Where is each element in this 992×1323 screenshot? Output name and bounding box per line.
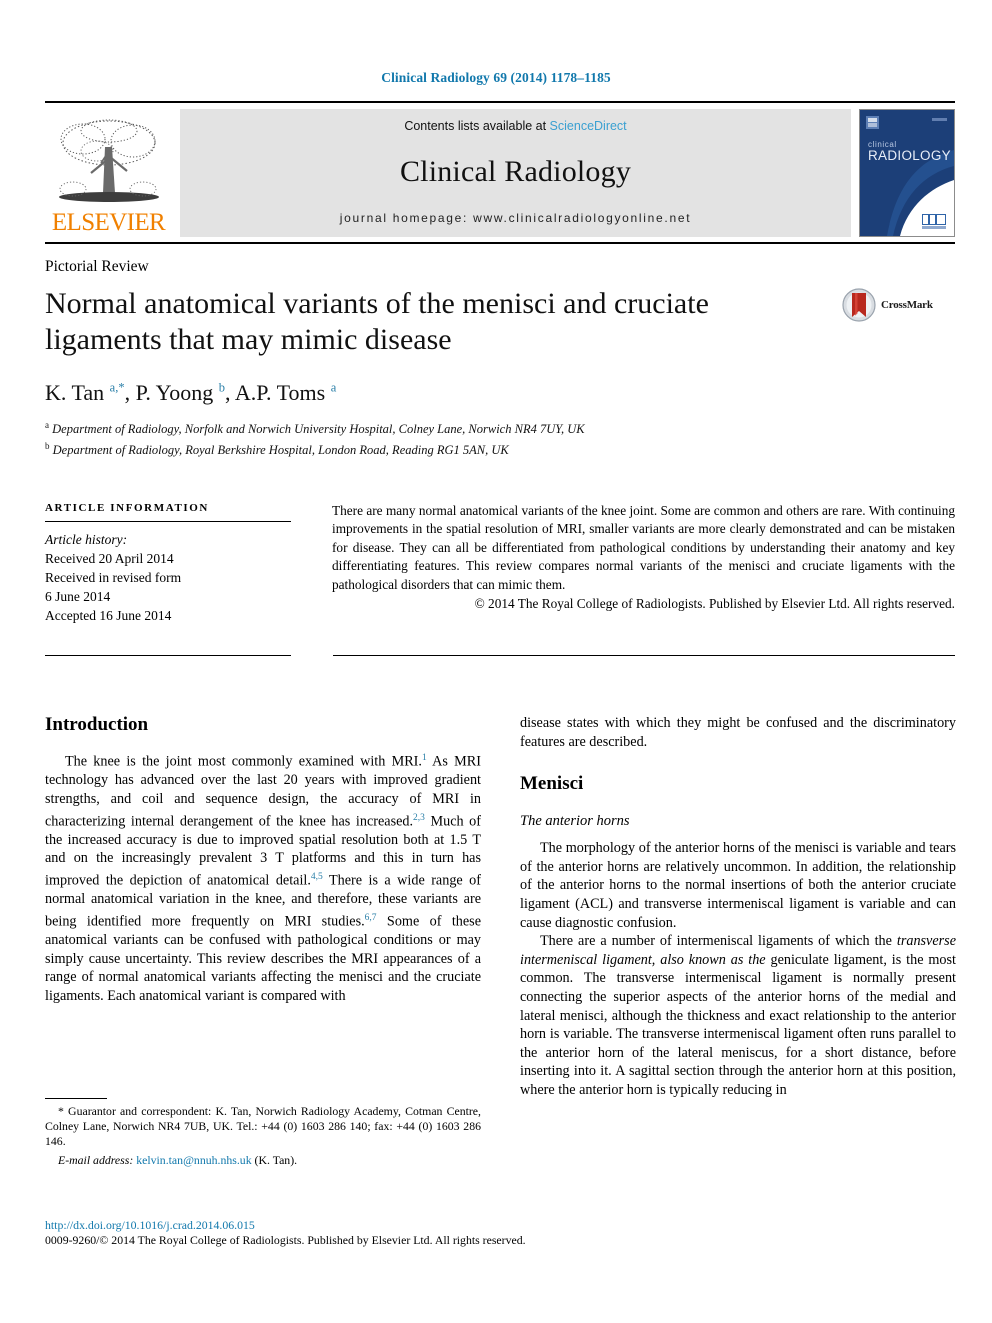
journal-cover-thumbnail: clinical RADIOLOGY: [859, 109, 955, 237]
intro-paragraph-1: The knee is the joint most commonly exam…: [45, 749, 481, 1006]
email-suffix: (K. Tan).: [251, 1152, 298, 1167]
subsection-heading-anterior-horns: The anterior horns: [520, 813, 630, 830]
correspondence-text: * Guarantor and correspondent: K. Tan, N…: [45, 1104, 481, 1149]
svg-text:RADIOLOGY: RADIOLOGY: [868, 148, 951, 163]
anterior-horns-paragraph-2: There are a number of intermeniscal liga…: [520, 932, 956, 1099]
journal-masthead: ELSEVIER Contents lists available at Sci…: [45, 101, 955, 237]
section-heading-menisci: Menisci: [520, 773, 584, 795]
article-type-label: Pictorial Review: [45, 258, 149, 275]
abstract-text: There are many normal anatomical variant…: [332, 503, 955, 592]
email-line: E-mail address: kelvin.tan@nnuh.nhs.uk (…: [45, 1153, 481, 1168]
email-link[interactable]: kelvin.tan@nnuh.nhs.uk: [136, 1153, 251, 1167]
crossmark-badge[interactable]: CrossMark: [842, 288, 933, 322]
section-heading-introduction: Introduction: [45, 714, 149, 735]
affiliation-list: a Department of Radiology, Norfolk and N…: [45, 417, 585, 458]
journal-title: Clinical Radiology: [399, 155, 632, 188]
doi-link[interactable]: http://dx.doi.org/10.1016/j.crad.2014.06…: [45, 1218, 955, 1233]
sciencedirect-link[interactable]: ScienceDirect: [550, 119, 627, 133]
footnote-rule: [45, 1098, 107, 1099]
affiliation-b-text: Department of Radiology, Royal Berkshire…: [52, 442, 509, 457]
correspondence-footnote: * Guarantor and correspondent: K. Tan, N…: [45, 1098, 481, 1168]
running-head: Clinical Radiology 69 (2014) 1178–1185: [381, 70, 611, 85]
article-history-item: Received 20 April 2014: [45, 551, 174, 566]
crossmark-icon: [842, 288, 876, 322]
article-body: Introduction The knee is the joint most …: [45, 714, 956, 1100]
issn-copyright-line: 0009-9260/© 2014 The Royal College of Ra…: [45, 1233, 526, 1247]
elsevier-tree-icon: [58, 119, 159, 202]
affiliation-a-text: Department of Radiology, Norfolk and Nor…: [52, 422, 585, 437]
article-information-panel: ARTICLE INFORMATION Article history: Rec…: [45, 480, 318, 625]
body-column-left: Introduction The knee is the joint most …: [45, 714, 481, 1100]
email-label: E-mail address:: [58, 1152, 134, 1167]
journal-article-page: Clinical Radiology 69 (2014) 1178–1185 E…: [0, 0, 992, 1323]
intro-text-1: The knee is the joint most commonly exam…: [65, 753, 422, 770]
reference-marker[interactable]: 6,7: [365, 913, 377, 923]
ah-text-1: There are a number of intermeniscal liga…: [540, 933, 897, 950]
reference-marker[interactable]: 2,3: [413, 813, 425, 823]
journal-homepage-line[interactable]: journal homepage: www.clinicalradiologyo…: [340, 211, 691, 225]
abstract-copyright: © 2014 The Royal College of Radiologists…: [474, 596, 955, 612]
reference-marker[interactable]: 4,5: [311, 872, 323, 882]
article-history-item: Accepted 16 June 2014: [45, 608, 172, 623]
contents-available-line: Contents lists available at ScienceDirec…: [404, 119, 626, 133]
anterior-horns-paragraph-1: The morphology of the anterior horns of …: [520, 840, 956, 931]
contents-prefix: Contents lists available at: [404, 119, 550, 133]
info-abstract-block: ARTICLE INFORMATION Article history: Rec…: [45, 480, 955, 625]
affiliation-a: a Department of Radiology, Norfolk and N…: [45, 420, 585, 437]
info-bottom-rule-left: [45, 655, 291, 656]
affiliation-b: b Department of Radiology, Royal Berkshi…: [45, 440, 509, 457]
journal-contents-box: Contents lists available at ScienceDirec…: [180, 109, 851, 237]
abstract-panel: There are many normal anatomical variant…: [318, 480, 955, 625]
article-information-rule: [45, 521, 291, 522]
masthead-bottom-rule: [45, 242, 955, 244]
article-information-heading: ARTICLE INFORMATION: [45, 502, 209, 514]
crossmark-label: CrossMark: [881, 299, 933, 311]
article-history-label: Article history:: [45, 532, 128, 547]
article-history-item: Received in revised form: [45, 570, 182, 585]
body-column-right: disease states with which they might be …: [520, 714, 956, 1100]
elsevier-wordmark: ELSEVIER: [51, 209, 166, 236]
elsevier-logo: ELSEVIER: [45, 109, 172, 237]
page-footer: http://dx.doi.org/10.1016/j.crad.2014.06…: [45, 1218, 955, 1248]
intro-paragraph-continued: disease states with which they might be …: [520, 715, 956, 750]
article-history-item: 6 June 2014: [45, 589, 111, 604]
journal-cover-art: clinical RADIOLOGY: [860, 110, 954, 236]
ah-text-2: geniculate ligament, is the most common.…: [520, 951, 956, 1098]
author-list: K. Tan a,*, P. Yoong b, A.P. Toms a: [45, 380, 337, 405]
page-title: Normal anatomical variants of the menisc…: [45, 287, 709, 356]
info-bottom-rule-right: [333, 655, 955, 656]
